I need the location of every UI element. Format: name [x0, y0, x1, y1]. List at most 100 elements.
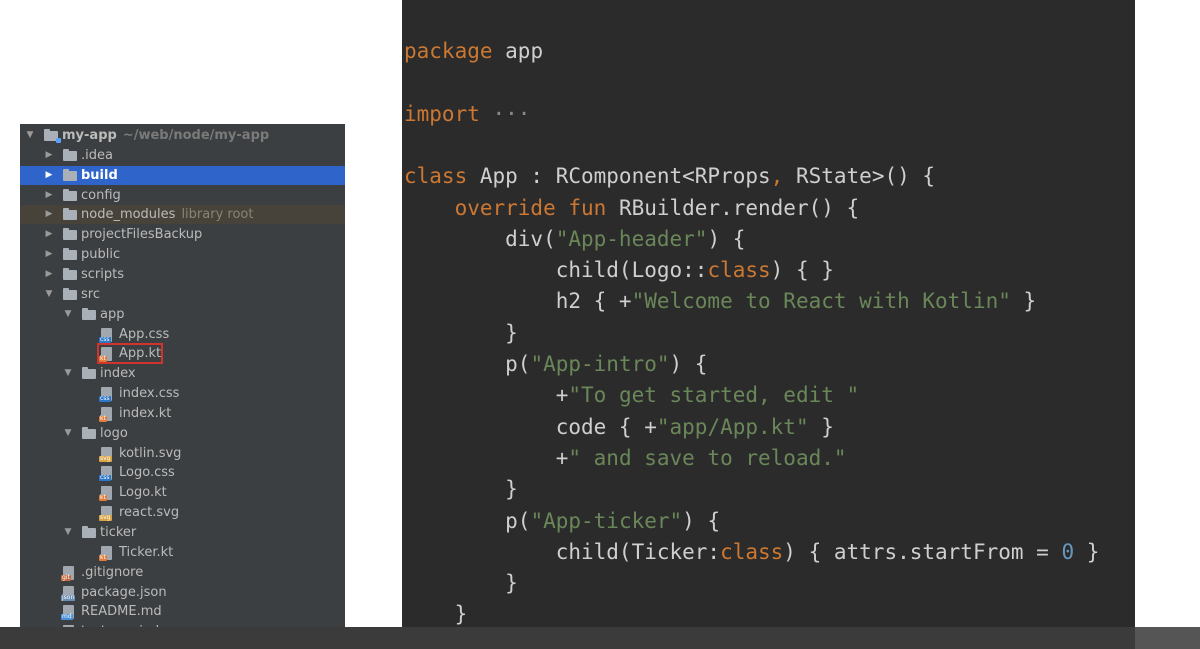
code-line[interactable]: p("App-ticker") {	[404, 508, 720, 534]
code-line[interactable]: }	[404, 476, 518, 502]
tree-item-index-css[interactable]: css index.css	[20, 384, 345, 403]
tree-item-kotlin-svg[interactable]: svg kotlin.svg	[20, 444, 345, 463]
tree-item-text: public	[81, 247, 121, 263]
tree-item-public[interactable]: ▶ public	[20, 245, 345, 264]
tree-item-label: logo	[100, 424, 128, 443]
tree-item-gitignore[interactable]: git .gitignore	[20, 563, 345, 582]
code-token: }	[404, 477, 518, 502]
tree-item-index[interactable]: ▼ index	[20, 364, 345, 383]
expand-right-icon[interactable]: ▶	[43, 245, 55, 264]
tree-item-react-svg[interactable]: svg react.svg	[20, 503, 345, 522]
bottom-bar-right	[1135, 627, 1200, 649]
tree-item-label: public	[81, 245, 120, 264]
file-type-badge-icon: css	[99, 395, 111, 403]
tree-item-label: my-app ~/web/node/my-app	[62, 126, 269, 145]
expand-down-icon[interactable]: ▼	[62, 523, 74, 542]
tree-item-scripts[interactable]: ▶ scripts	[20, 265, 345, 284]
tree-item-ticker-kt[interactable]: kt Ticker.kt	[20, 543, 345, 562]
code-line[interactable]: override fun RBuilder.render() {	[404, 195, 860, 221]
tree-item-idea[interactable]: ▶ .idea	[20, 146, 345, 165]
code-token: child(Ticker:	[404, 539, 721, 564]
code-line[interactable]: import ···	[404, 101, 530, 127]
code-token: "App-intro"	[530, 352, 670, 376]
tree-item-ticker[interactable]: ▼ ticker	[20, 523, 345, 542]
project-tree-panel: ▼ my-app ~/web/node/my-app ▶ .idea ▶ build ▶ con…	[20, 124, 345, 649]
code-line[interactable]: h2 { +"Welcome to React with Kotlin" }	[404, 288, 1036, 314]
code-line[interactable]: }	[404, 570, 518, 596]
file-icon: kt	[99, 545, 112, 561]
code-line[interactable]: }	[404, 320, 518, 346]
tree-item-logo-kt[interactable]: kt Logo.kt	[20, 483, 345, 502]
code-line[interactable]: }	[404, 601, 468, 627]
tree-item-text: Logo.kt	[119, 485, 167, 501]
expand-down-icon[interactable]: ▼	[24, 126, 36, 145]
tree-item-text: index	[100, 366, 136, 382]
code-line[interactable]: class App : RComponent<RProps, RState>()…	[404, 163, 935, 189]
code-token: p(	[404, 508, 531, 533]
code-token: div(	[404, 226, 556, 251]
file-icon: svg	[99, 446, 112, 462]
expand-right-icon[interactable]: ▶	[43, 186, 55, 205]
file-icon: json	[61, 585, 76, 601]
code-token: }	[808, 414, 834, 439]
tree-item-logo-css[interactable]: css Logo.css	[20, 463, 345, 482]
tree-item-text: index.css	[119, 386, 180, 402]
file-icon: svg	[99, 506, 112, 522]
tree-item-build[interactable]: ▶ build	[20, 165, 345, 185]
file-type-badge-icon: svg	[99, 514, 112, 522]
code-token: ,	[770, 164, 784, 189]
expand-down-icon[interactable]: ▼	[62, 424, 74, 443]
tree-item-src[interactable]: ▼ src	[20, 285, 345, 304]
tree-item-projectfilesbackup[interactable]: ▶ projectFilesBackup	[20, 225, 345, 244]
folder-icon	[63, 208, 77, 221]
tree-item-text: Ticker.kt	[119, 544, 174, 560]
code-token: RState>() {	[783, 164, 936, 189]
tree-item-app-css[interactable]: css App.css	[20, 325, 345, 344]
tree-item-node-modules[interactable]: ▶ node_modules library root	[20, 205, 345, 225]
file-type-badge-icon: git	[61, 573, 71, 581]
tree-item-logo[interactable]: ▼ logo	[20, 424, 345, 443]
code-line[interactable]: child(Logo::class) { }	[404, 257, 834, 283]
code-token: App : RComponent<RProps	[467, 164, 771, 189]
tree-item-my-app[interactable]: ▼ my-app ~/web/node/my-app	[20, 126, 345, 145]
tree-item-index-kt[interactable]: kt index.kt	[20, 404, 345, 423]
code-token: "App-ticker"	[530, 508, 683, 533]
folder-icon	[63, 188, 77, 201]
code-line[interactable]: child(Ticker:class) { attrs.startFrom = …	[404, 539, 1100, 565]
code-line[interactable]: +" and save to reload."	[404, 445, 847, 471]
expand-down-icon[interactable]: ▼	[43, 285, 55, 304]
tree-item-app-kt[interactable]: kt App.kt	[20, 344, 345, 363]
tree-item-label: .idea	[81, 146, 113, 165]
code-token: ) {	[669, 352, 708, 376]
folder-icon	[63, 287, 77, 300]
tree-item-config[interactable]: ▶ config	[20, 186, 345, 205]
folder-icon	[63, 148, 77, 161]
tree-item-readme-md[interactable]: md README.md	[20, 602, 345, 621]
code-line[interactable]: div("App-header") {	[404, 226, 745, 252]
tree-item-package-json[interactable]: json package.json	[20, 583, 345, 602]
code-editor[interactable]: package app import ··· class App : RCompon…	[402, 0, 1135, 649]
tree-item-app[interactable]: ▼ app	[20, 305, 345, 324]
code-line[interactable]: +"To get started, edit "	[404, 382, 859, 408]
tree-item-text: kotlin.svg	[119, 445, 182, 461]
file-icon: kt	[99, 486, 112, 502]
expand-right-icon[interactable]: ▶	[43, 205, 55, 224]
code-token: package	[404, 39, 493, 63]
file-icon: css	[99, 327, 112, 343]
expand-right-icon[interactable]: ▶	[43, 225, 55, 244]
code-token: code { +	[404, 414, 657, 439]
expand-right-icon[interactable]: ▶	[43, 146, 55, 165]
code-line[interactable]: code { +"app/App.kt" }	[404, 414, 834, 440]
code-token: class	[707, 258, 771, 283]
tree-item-label: scripts	[81, 265, 124, 284]
code-line[interactable]: package app	[404, 38, 543, 64]
code-line[interactable]: p("App-intro") {	[404, 351, 707, 377]
expand-down-icon[interactable]: ▼	[62, 305, 74, 324]
tree-item-label: .gitignore	[81, 563, 143, 582]
tree-item-text: .idea	[81, 147, 113, 163]
tree-item-label: kotlin.svg	[119, 444, 181, 463]
code-token: child(Logo::	[404, 258, 708, 283]
expand-right-icon[interactable]: ▶	[43, 265, 55, 284]
expand-down-icon[interactable]: ▼	[62, 364, 74, 383]
expand-right-icon[interactable]: ▶	[43, 166, 55, 185]
